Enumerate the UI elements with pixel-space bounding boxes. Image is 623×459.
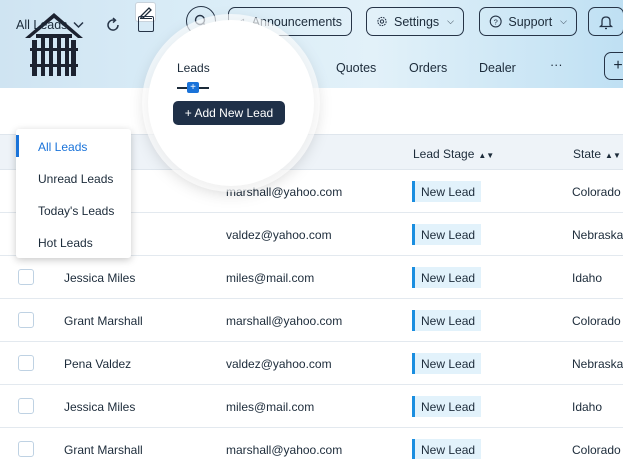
refresh-icon[interactable] bbox=[105, 17, 121, 33]
lead-state: Colorado bbox=[572, 185, 621, 199]
chevron-down-icon: ⌵ bbox=[560, 16, 567, 26]
sort-icon: ▲▼ bbox=[605, 151, 621, 160]
lead-stage-badge: New Lead bbox=[412, 267, 482, 288]
columns-icon[interactable] bbox=[138, 16, 154, 32]
lead-stage-badge: New Lead bbox=[412, 181, 482, 202]
add-new-lead-button[interactable]: + Add New Lead bbox=[173, 101, 285, 125]
tab-leads[interactable]: Leads bbox=[177, 61, 210, 75]
row-checkbox[interactable] bbox=[18, 355, 34, 371]
tab-orders[interactable]: Orders bbox=[409, 61, 447, 75]
lead-state: Nebraska bbox=[572, 357, 623, 371]
lead-email: marshall@yahoo.com bbox=[226, 185, 343, 199]
notifications-button[interactable] bbox=[588, 7, 623, 36]
lead-email: miles@mail.com bbox=[226, 271, 315, 285]
lead-name: Jessica Miles bbox=[64, 400, 136, 414]
lead-state: Colorado bbox=[572, 443, 621, 457]
lead-email: marshall@yahoo.com bbox=[226, 443, 343, 457]
table-row[interactable]: Grant Marshall marshall@yahoo.com New Le… bbox=[0, 299, 623, 342]
lead-stage-badge: New Lead bbox=[412, 224, 482, 245]
table-row[interactable]: Pena Valdez valdez@yahoo.com New Lead Ne… bbox=[0, 342, 623, 385]
tab-dealer[interactable]: Dealer bbox=[479, 61, 516, 75]
plus-icon: + bbox=[187, 82, 199, 93]
sort-icon: ▲▼ bbox=[478, 151, 495, 160]
column-label: State bbox=[573, 147, 602, 161]
lead-email: valdez@yahoo.com bbox=[226, 228, 332, 242]
row-checkbox[interactable] bbox=[18, 269, 34, 285]
row-checkbox[interactable] bbox=[18, 441, 34, 457]
dropdown-item-todays-leads[interactable]: Today's Leads bbox=[38, 204, 114, 218]
lead-stage-badge: New Lead bbox=[412, 353, 482, 374]
chevron-down-icon: ⌵ bbox=[447, 16, 454, 26]
column-label: Lead Stage bbox=[413, 147, 475, 161]
column-header-state[interactable]: State ▲▼ bbox=[573, 147, 621, 161]
table-row[interactable]: Jessica Miles miles@mail.com New Lead Id… bbox=[0, 256, 623, 299]
lead-stage-badge: New Lead bbox=[412, 439, 482, 459]
table-row[interactable]: Jessica Miles miles@mail.com New Lead Id… bbox=[0, 385, 623, 428]
support-button[interactable]: ? Support ⌵ bbox=[479, 7, 577, 36]
lead-stage-badge: New Lead bbox=[412, 310, 482, 331]
chevron-down-icon bbox=[73, 21, 84, 29]
dropdown-item-unread-leads[interactable]: Unread Leads bbox=[38, 172, 113, 186]
row-checkbox[interactable] bbox=[18, 398, 34, 414]
lead-state: Idaho bbox=[572, 271, 603, 285]
lead-email: marshall@yahoo.com bbox=[226, 314, 343, 328]
support-label: Support bbox=[508, 14, 553, 29]
gear-icon bbox=[377, 16, 387, 27]
tab-quotes[interactable]: Quotes bbox=[336, 61, 376, 75]
dropdown-item-hot-leads[interactable]: Hot Leads bbox=[38, 236, 93, 250]
lead-filter-select[interactable]: All Leads bbox=[16, 18, 84, 32]
settings-label: Settings bbox=[394, 14, 440, 29]
lead-stage-badge: New Lead bbox=[412, 396, 482, 417]
row-checkbox[interactable] bbox=[18, 312, 34, 328]
lead-filter-dropdown: All Leads Unread Leads Today's Leads Hot… bbox=[16, 129, 131, 258]
table-row[interactable]: Grant Marshall marshall@yahoo.com New Le… bbox=[0, 428, 623, 459]
dropdown-item-all-leads[interactable]: All Leads bbox=[38, 140, 87, 154]
add-button[interactable]: + bbox=[604, 52, 623, 80]
lead-email: miles@mail.com bbox=[226, 400, 315, 414]
lead-name: Grant Marshall bbox=[64, 443, 143, 457]
settings-button[interactable]: Settings ⌵ bbox=[366, 7, 464, 36]
selected-indicator bbox=[16, 135, 19, 157]
add-new-lead-label: + Add New Lead bbox=[184, 106, 274, 120]
lead-state: Nebraska bbox=[572, 228, 623, 242]
lead-name: Jessica Miles bbox=[64, 271, 136, 285]
lead-state: Colorado bbox=[572, 314, 621, 328]
lead-email: valdez@yahoo.com bbox=[226, 357, 332, 371]
help-icon: ? bbox=[489, 15, 502, 28]
lead-name: Pena Valdez bbox=[64, 357, 132, 371]
lead-name: Grant Marshall bbox=[64, 314, 143, 328]
plus-icon: + bbox=[613, 57, 623, 74]
bell-icon bbox=[598, 15, 614, 29]
lead-filter-label: All Leads bbox=[16, 18, 68, 32]
lead-state: Idaho bbox=[572, 400, 603, 414]
svg-text:?: ? bbox=[494, 17, 498, 26]
column-header-lead-stage[interactable]: Lead Stage ▲▼ bbox=[413, 147, 494, 161]
more-tabs-button[interactable]: ··· bbox=[550, 58, 563, 72]
